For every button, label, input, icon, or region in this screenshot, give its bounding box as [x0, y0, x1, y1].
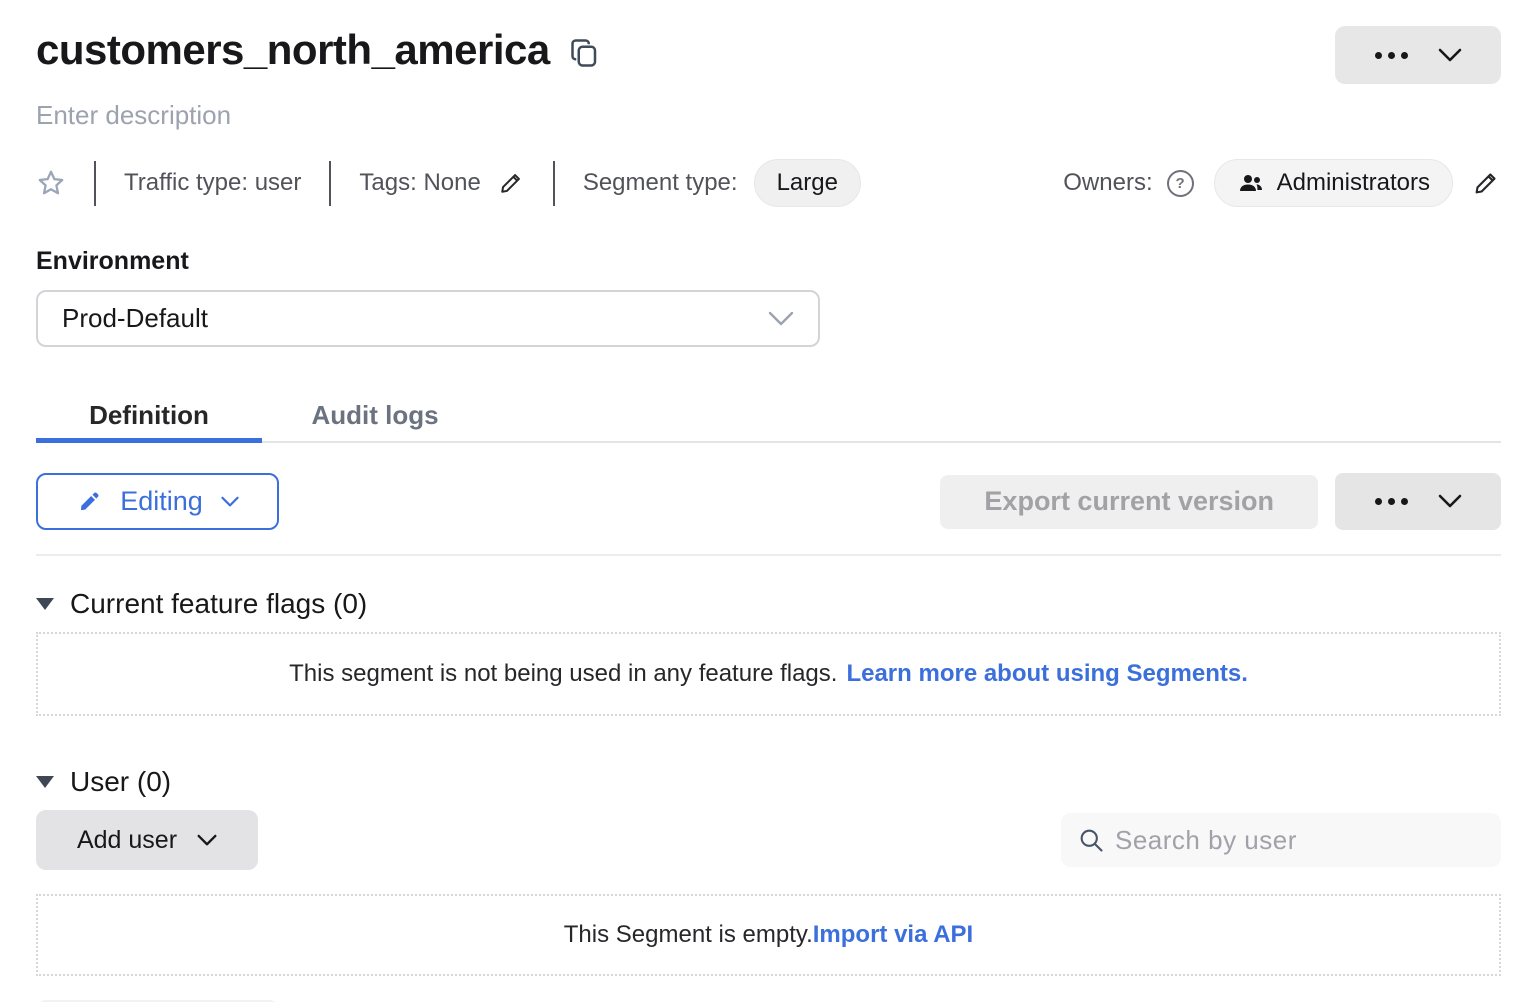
editing-label: Editing [120, 486, 203, 517]
description-placeholder[interactable]: Enter description [36, 100, 231, 131]
title-wrap: customers_north_america [36, 26, 600, 74]
divider [36, 554, 1501, 556]
import-via-api-link[interactable]: Import via API [813, 921, 973, 949]
segment-detail-page: customers_north_america Enter descriptio… [0, 0, 1536, 1002]
segment-empty-text: This Segment is empty. [564, 921, 813, 949]
traffic-type-label: Traffic type: user [124, 169, 301, 197]
chevron-down-icon [197, 834, 217, 847]
owners-label: Owners: [1063, 169, 1152, 197]
export-current-version-button[interactable]: Export current version [940, 475, 1318, 529]
feature-flags-section-header[interactable]: Current feature flags (0) [36, 588, 367, 620]
environment-block: Environment Prod-Default [36, 247, 1501, 347]
page-header: customers_north_america [36, 26, 1501, 84]
search-icon [1077, 826, 1105, 854]
collapse-triangle-icon [36, 776, 54, 788]
user-section-title: User (0) [70, 766, 171, 798]
tab-definition[interactable]: Definition [36, 389, 262, 441]
owners-group: Owners: ? Administrators [1063, 159, 1501, 207]
favorite-star-icon[interactable] [36, 168, 66, 198]
environment-label: Environment [36, 247, 1501, 276]
chevron-down-icon [1438, 494, 1462, 509]
tab-bar: Definition Audit logs [36, 389, 1501, 443]
learn-more-link[interactable]: Learn more about using Segments. [846, 660, 1247, 688]
editing-mode-button[interactable]: Editing [36, 473, 279, 530]
chevron-down-icon [768, 311, 794, 327]
add-user-button[interactable]: Add user [36, 810, 258, 870]
pencil-icon [76, 489, 102, 515]
toolbar-more-button[interactable] [1335, 473, 1501, 530]
ellipsis-icon [1375, 52, 1408, 59]
environment-select[interactable]: Prod-Default [36, 290, 820, 347]
feature-flags-empty-text: This segment is not being used in any fe… [289, 660, 837, 688]
feature-flags-empty-state: This segment is not being used in any fe… [36, 632, 1501, 716]
user-search-box [1061, 813, 1501, 867]
environment-selected-value: Prod-Default [62, 303, 208, 334]
divider [329, 161, 331, 206]
add-user-label: Add user [77, 826, 177, 855]
collapse-triangle-icon [36, 598, 54, 610]
copy-icon[interactable] [570, 36, 600, 70]
feature-flags-section-title: Current feature flags (0) [70, 588, 367, 620]
tags-label: Tags: None [359, 169, 480, 197]
user-section-header[interactable]: User (0) [36, 766, 171, 798]
owners-help-icon[interactable]: ? [1167, 170, 1194, 197]
segment-type-label: Segment type: [583, 169, 738, 197]
divider [94, 161, 96, 206]
segment-empty-state: This Segment is empty. Import via API [36, 894, 1501, 976]
owners-badge[interactable]: Administrators [1214, 159, 1453, 207]
chevron-down-icon [1438, 48, 1462, 63]
user-controls-row: Add user [36, 810, 1501, 870]
segment-type-badge[interactable]: Large [754, 159, 861, 207]
edit-owners-pencil-icon[interactable] [1471, 168, 1501, 198]
chevron-down-icon [221, 496, 239, 508]
tab-audit-logs[interactable]: Audit logs [262, 389, 488, 441]
ellipsis-icon [1375, 498, 1408, 505]
search-by-user-input[interactable] [1115, 825, 1485, 856]
owners-value: Administrators [1277, 169, 1430, 197]
edit-tags-pencil-icon[interactable] [497, 169, 525, 197]
meta-row: Traffic type: user Tags: None Segment ty… [36, 159, 1501, 207]
divider [553, 161, 555, 206]
page-title: customers_north_america [36, 26, 550, 74]
people-icon [1237, 171, 1265, 195]
toolbar: Editing Export current version [36, 473, 1501, 530]
header-more-button[interactable] [1335, 26, 1501, 84]
